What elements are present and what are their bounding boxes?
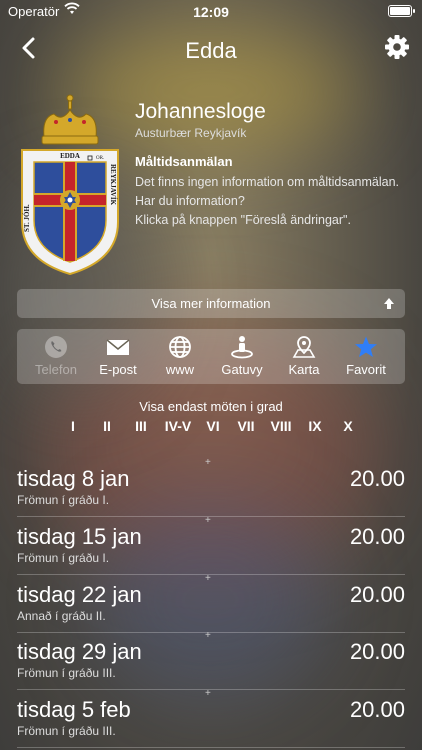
- meeting-time: 20.00: [349, 582, 405, 607]
- phone-label: Telefon: [35, 362, 77, 377]
- meeting-date: tisdag 15 jan: [17, 524, 142, 549]
- meeting-date: tisdag 22 jan: [17, 582, 142, 607]
- meeting-marker: +: [205, 688, 211, 699]
- lodge-subtitle: Austurbær Reykjavík: [135, 126, 247, 140]
- street-view-button[interactable]: Gatuvy: [211, 329, 273, 384]
- meeting-row[interactable]: + tisdag 5 feb Frömun í gráðu III. 20.00: [17, 688, 405, 748]
- website-button[interactable]: www: [149, 329, 211, 384]
- grade-filter-option[interactable]: VIII: [262, 418, 300, 436]
- grade-filter-option[interactable]: I: [55, 418, 91, 436]
- grade-filter-option[interactable]: X: [330, 418, 366, 436]
- meeting-time: 20.00: [349, 639, 405, 664]
- envelope-icon: [106, 335, 130, 359]
- lodge-title: Johannesloge: [135, 100, 266, 123]
- meal-info-line: Klicka på knappen "Föreslå ändringar".: [135, 213, 351, 227]
- meeting-row[interactable]: + tisdag 29 jan Frömun í gráðu III. 20.0…: [17, 630, 405, 690]
- gear-icon[interactable]: [384, 34, 410, 60]
- meal-info-line: Har du information?: [135, 194, 245, 208]
- meeting-degree: Frömun í gráðu III.: [17, 724, 116, 738]
- meal-info-line: Det finns ingen information om måltidsan…: [135, 175, 400, 189]
- meal-info: Det finns ingen information om måltidsan…: [135, 173, 415, 230]
- clock: 12:09: [193, 4, 229, 20]
- grade-filter-option[interactable]: IX: [297, 418, 333, 436]
- grade-filter-option[interactable]: VI: [195, 418, 231, 436]
- meeting-degree: Frömun í gráðu I.: [17, 493, 110, 507]
- grade-filter-option[interactable]: VII: [228, 418, 264, 436]
- street-view-icon: [230, 335, 254, 359]
- grade-filter-title: Visa endast möten i grad: [139, 399, 283, 414]
- meeting-degree: Frömun í gráðu III.: [17, 666, 116, 680]
- grade-filter-option[interactable]: IV-V: [158, 418, 198, 436]
- meeting-marker: +: [205, 630, 211, 641]
- show-more-info-label: Visa mer information: [151, 296, 271, 311]
- action-bar: Telefon E-post www Gatuvy Karta Favorit: [17, 329, 405, 384]
- favorite-label: Favorit: [346, 362, 386, 377]
- lodge-crest-logo: EDDA OR. ST. JÓH. REYKJAVÍK: [14, 92, 126, 277]
- email-label: E-post: [99, 362, 137, 377]
- star-icon: [354, 335, 378, 359]
- arrow-up-icon: [383, 289, 395, 328]
- meeting-marker: +: [205, 515, 211, 526]
- phone-icon: [44, 335, 68, 359]
- meeting-time: 20.00: [349, 697, 405, 722]
- status-bar: Operatör 12:09: [0, 0, 422, 22]
- favorite-button[interactable]: Favorit: [335, 329, 397, 384]
- meeting-row[interactable]: + tisdag 15 jan Frömun í gráðu I. 20.00: [17, 515, 405, 575]
- meeting-marker: +: [205, 573, 211, 584]
- grade-filter-option[interactable]: II: [89, 418, 125, 436]
- battery-icon: [388, 5, 415, 17]
- meeting-time: 20.00: [349, 524, 405, 549]
- email-button[interactable]: E-post: [87, 329, 149, 384]
- crest-right-text: REYKJAVÍK: [109, 164, 117, 206]
- crest-side-mark: OR.: [96, 156, 104, 161]
- meeting-date: tisdag 8 jan: [17, 466, 130, 491]
- show-more-info-button[interactable]: Visa mer information: [17, 289, 405, 318]
- globe-icon: [168, 335, 192, 359]
- meeting-degree: Frömun í gráðu I.: [17, 551, 110, 565]
- meeting-degree: Annað í gráðu II.: [17, 609, 106, 623]
- map-icon: [292, 335, 316, 359]
- crest-left-text: ST. JÓH.: [23, 204, 31, 232]
- meeting-date: tisdag 29 jan: [17, 639, 142, 664]
- page-title: Edda: [185, 38, 237, 63]
- crest-top-text: EDDA: [60, 152, 80, 160]
- meal-heading: Måltidsanmälan: [135, 154, 233, 169]
- map-label: Karta: [288, 362, 320, 377]
- website-label: www: [165, 362, 195, 377]
- map-button[interactable]: Karta: [273, 329, 335, 384]
- meeting-row[interactable]: + tisdag 8 jan Frömun í gráðu I. 20.00: [17, 457, 405, 517]
- phone-button[interactable]: Telefon: [25, 329, 87, 384]
- street-view-label: Gatuvy: [221, 362, 263, 377]
- meeting-date: tisdag 5 feb: [17, 697, 131, 722]
- meeting-marker: +: [205, 457, 211, 468]
- grade-filter-option[interactable]: III: [123, 418, 159, 436]
- navigation-bar: Edda: [0, 22, 422, 78]
- meeting-time: 20.00: [349, 466, 405, 491]
- meeting-row[interactable]: + tisdag 22 jan Annað í gráðu II. 20.00: [17, 573, 405, 633]
